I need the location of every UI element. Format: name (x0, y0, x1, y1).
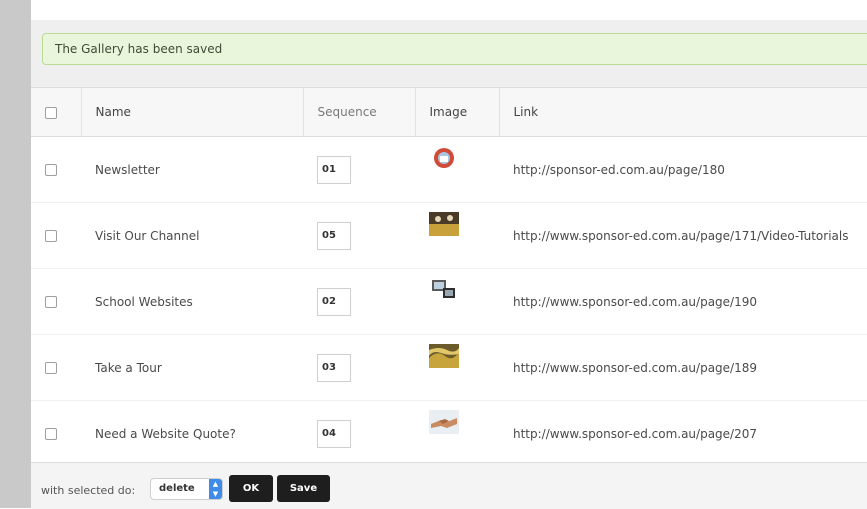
save-button[interactable]: Save (277, 475, 330, 502)
row-name: Need a Website Quote? (81, 400, 303, 467)
row-checkbox[interactable] (45, 164, 57, 176)
bulk-action-select[interactable]: delete ▲ ▼ (150, 478, 223, 500)
left-sidebar-rail (0, 0, 31, 508)
table-row: Newsletter http://sponsor-ed.com.au/page… (31, 136, 867, 203)
row-checkbox[interactable] (45, 230, 57, 242)
ok-button[interactable]: OK (229, 475, 273, 502)
bulk-actions-footer: with selected do: delete ▲ ▼ OK Save (31, 462, 867, 509)
column-header-name[interactable]: Name (80, 87, 303, 137)
sequence-input[interactable] (317, 155, 351, 184)
gallery-panel: The Gallery has been saved Name Sequence… (31, 0, 867, 509)
row-link[interactable]: http://www.sponsor-ed.com.au/page/171/Vi… (499, 202, 867, 269)
school-websites-thumbnail-icon (432, 279, 455, 298)
row-name: Newsletter (81, 136, 303, 203)
row-checkbox[interactable] (45, 428, 57, 440)
channel-thumbnail-icon (429, 211, 459, 236)
row-link[interactable]: http://www.sponsor-ed.com.au/page/189 (499, 334, 867, 401)
select-all-header (31, 87, 81, 137)
sequence-input[interactable] (317, 353, 351, 382)
sequence-input[interactable] (317, 221, 351, 250)
column-header-image: Image (414, 87, 499, 137)
success-notice: The Gallery has been saved (42, 33, 867, 65)
row-link[interactable]: http://www.sponsor-ed.com.au/page/207 (499, 400, 867, 467)
row-checkbox[interactable] (45, 362, 57, 374)
table-row: Visit Our Channel http://www.sponsor-ed.… (31, 202, 867, 269)
row-link[interactable]: http://sponsor-ed.com.au/page/180 (499, 136, 867, 203)
sequence-input[interactable] (317, 419, 351, 448)
select-arrows-icon: ▲ ▼ (209, 479, 222, 499)
column-header-link[interactable]: Link (498, 87, 867, 137)
row-name: Take a Tour (81, 334, 303, 401)
table-header-row: Name Sequence Image Link (31, 87, 867, 137)
handshake-thumbnail-icon (429, 409, 459, 434)
sequence-input[interactable] (317, 287, 351, 316)
select-all-checkbox[interactable] (45, 106, 57, 119)
newsletter-thumbnail-icon (434, 147, 454, 168)
row-checkbox[interactable] (45, 296, 57, 308)
table-row: Need a Website Quote? http://www.sponsor… (31, 400, 867, 467)
row-name: Visit Our Channel (81, 202, 303, 269)
table-row: Take a Tour http://www.sponsor-ed.com.au… (31, 334, 867, 401)
row-name: School Websites (81, 268, 303, 335)
column-header-sequence[interactable]: Sequence (302, 87, 415, 137)
gallery-table: Name Sequence Image Link Newsletter htt (31, 87, 867, 467)
tour-thumbnail-icon (429, 343, 459, 368)
row-link[interactable]: http://www.sponsor-ed.com.au/page/190 (499, 268, 867, 335)
bulk-action-selected-value: delete (159, 483, 195, 494)
bulk-action-label: with selected do: (41, 484, 136, 497)
table-row: School Websites http://www.sponsor-ed.co… (31, 268, 867, 335)
